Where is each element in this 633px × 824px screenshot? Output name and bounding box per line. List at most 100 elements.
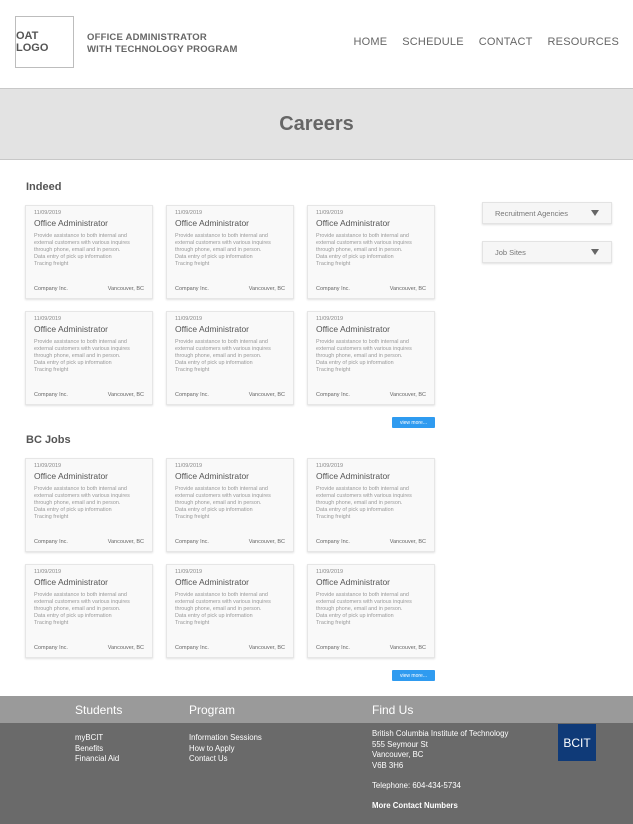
job-title: Office Administrator	[34, 577, 109, 587]
footer-heading-students: Students	[75, 703, 123, 717]
view-more-button[interactable]: view more...	[392, 417, 435, 428]
job-card[interactable]: 11/09/2019 Office Administrator Provide as…	[307, 458, 435, 552]
nav-schedule[interactable]: SCHEDULE	[402, 36, 464, 48]
job-company: Company Inc.	[175, 645, 209, 651]
job-description-line: Tracing freight	[34, 367, 69, 373]
job-location: Vancouver, BC	[389, 645, 426, 651]
job-title: Office Administrator	[316, 324, 391, 334]
job-description-line: Provide assistance to both internal and	[175, 486, 268, 492]
job-card[interactable]: 11/09/2019 Office Administrator Provide as…	[25, 205, 153, 299]
job-description: Provide assistance to both internal and e…	[316, 592, 426, 627]
job-description-line: through phone, email and in person.	[316, 247, 403, 253]
job-description-line: through phone, email and in person.	[175, 353, 262, 359]
job-card-footer: Company Inc. Vancouver, BC	[316, 392, 426, 398]
job-card-footer: Company Inc. Vancouver, BC	[175, 539, 285, 545]
footer-heading-find-us: Find Us	[372, 703, 414, 717]
job-card[interactable]: 11/09/2019 Office Administrator Provide as…	[166, 205, 294, 299]
job-company: Company Inc.	[175, 392, 209, 398]
job-card[interactable]: 11/09/2019 Office Administrator Provide as…	[307, 311, 435, 405]
job-description-line: external customers with various inquires	[316, 240, 412, 246]
job-date: 11/09/2019	[175, 569, 203, 575]
job-card[interactable]: 11/09/2019 Office Administrator Provide as…	[25, 564, 153, 658]
job-description-line: Data entry of pick up information	[34, 360, 112, 366]
job-description-line: Tracing freight	[34, 514, 69, 520]
job-date: 11/09/2019	[175, 210, 203, 216]
nav-home[interactable]: HOME	[353, 36, 387, 48]
job-description-line: Provide assistance to both internal and	[175, 592, 268, 598]
job-card[interactable]: 11/09/2019 Office Administrator Provide as…	[25, 311, 153, 405]
job-title: Office Administrator	[316, 218, 391, 228]
job-date: 11/09/2019	[34, 569, 62, 575]
job-card-footer: Company Inc. Vancouver, BC	[175, 392, 285, 398]
job-location: Vancouver, BC	[107, 539, 144, 545]
job-company: Company Inc.	[316, 645, 350, 651]
link-how-to-apply[interactable]: How to Apply	[189, 744, 262, 755]
bcit-logo[interactable]: BCIT	[558, 724, 596, 761]
job-description-line: Provide assistance to both internal and	[316, 233, 409, 239]
job-card-footer: Company Inc. Vancouver, BC	[175, 645, 285, 651]
job-date: 11/09/2019	[34, 463, 62, 469]
job-description: Provide assistance to both internal and e…	[34, 486, 144, 521]
job-description-line: through phone, email and in person.	[316, 500, 403, 506]
job-description-line: Data entry of pick up information	[316, 360, 394, 366]
job-card[interactable]: 11/09/2019 Office Administrator Provide as…	[166, 311, 294, 405]
job-description: Provide assistance to both internal and e…	[175, 592, 285, 627]
job-location: Vancouver, BC	[248, 286, 285, 292]
job-card[interactable]: 11/09/2019 Office Administrator Provide as…	[166, 458, 294, 552]
link-information-sessions[interactable]: Information Sessions	[189, 733, 262, 744]
link-contact-us[interactable]: Contact Us	[189, 754, 262, 765]
caret-down-icon	[591, 249, 599, 255]
job-description: Provide assistance to both internal and e…	[316, 486, 426, 521]
job-card[interactable]: 11/09/2019 Office Administrator Provide as…	[166, 564, 294, 658]
nav-resources[interactable]: RESOURCES	[548, 36, 619, 48]
job-title: Office Administrator	[316, 471, 391, 481]
job-company: Company Inc.	[316, 286, 350, 292]
job-description-line: Data entry of pick up information	[175, 254, 253, 260]
job-card-footer: Company Inc. Vancouver, BC	[316, 286, 426, 292]
job-card[interactable]: 11/09/2019 Office Administrator Provide as…	[307, 205, 435, 299]
link-benefits[interactable]: Benefits	[75, 744, 119, 755]
job-company: Company Inc.	[316, 392, 350, 398]
job-card[interactable]: 11/09/2019 Office Administrator Provide as…	[307, 564, 435, 658]
job-description-line: Data entry of pick up information	[34, 613, 112, 619]
job-description-line: external customers with various inquires	[34, 240, 130, 246]
caret-down-icon	[591, 210, 599, 216]
job-description-line: external customers with various inquires	[175, 599, 271, 605]
job-date: 11/09/2019	[175, 316, 203, 322]
site-header: OAT LOGO OFFICE ADMINISTRATOR WITH TECHN…	[0, 0, 633, 88]
job-description-line: Tracing freight	[175, 514, 210, 520]
job-description-line: Data entry of pick up information	[316, 613, 394, 619]
section-heading: Indeed	[26, 181, 62, 193]
job-description-line: Provide assistance to both internal and	[175, 233, 268, 239]
job-card-footer: Company Inc. Vancouver, BC	[34, 539, 144, 545]
job-location: Vancouver, BC	[389, 539, 426, 545]
link-mybcit[interactable]: myBCIT	[75, 733, 119, 744]
job-description-line: through phone, email and in person.	[175, 247, 262, 253]
job-location: Vancouver, BC	[389, 286, 426, 292]
nav-contact[interactable]: CONTACT	[479, 36, 533, 48]
job-card[interactable]: 11/09/2019 Office Administrator Provide as…	[25, 458, 153, 552]
job-description: Provide assistance to both internal and e…	[34, 592, 144, 627]
job-description-line: through phone, email and in person.	[175, 606, 262, 612]
section-heading: BC Jobs	[26, 434, 71, 446]
job-description: Provide assistance to both internal and e…	[316, 233, 426, 268]
oat-logo[interactable]: OAT LOGO	[15, 16, 74, 68]
program-title-line-1: OFFICE ADMINISTRATOR	[87, 32, 207, 43]
job-description-line: Data entry of pick up information	[175, 507, 253, 513]
dropdown-label: Recruitment Agencies	[495, 208, 568, 218]
recruitment-agencies-dropdown[interactable]: Recruitment Agencies	[482, 202, 612, 224]
address-line: British Columbia Institute of Technology	[372, 729, 509, 738]
job-description-line: external customers with various inquires	[316, 493, 412, 499]
link-financial-aid[interactable]: Financial Aid	[75, 754, 119, 765]
job-description-line: through phone, email and in person.	[34, 247, 121, 253]
footer-heading-program: Program	[189, 703, 236, 717]
job-description-line: external customers with various inquires	[34, 599, 130, 605]
job-sites-dropdown[interactable]: Job Sites	[482, 241, 612, 263]
job-title: Office Administrator	[175, 577, 250, 587]
view-more-button[interactable]: view more...	[392, 670, 435, 681]
job-company: Company Inc.	[34, 286, 68, 292]
job-description-line: Provide assistance to both internal and	[34, 339, 127, 345]
job-date: 11/09/2019	[316, 210, 344, 216]
more-contact-numbers-link[interactable]: More Contact Numbers	[372, 801, 458, 810]
main-nav: HOME SCHEDULE CONTACT RESOURCES	[353, 36, 619, 48]
